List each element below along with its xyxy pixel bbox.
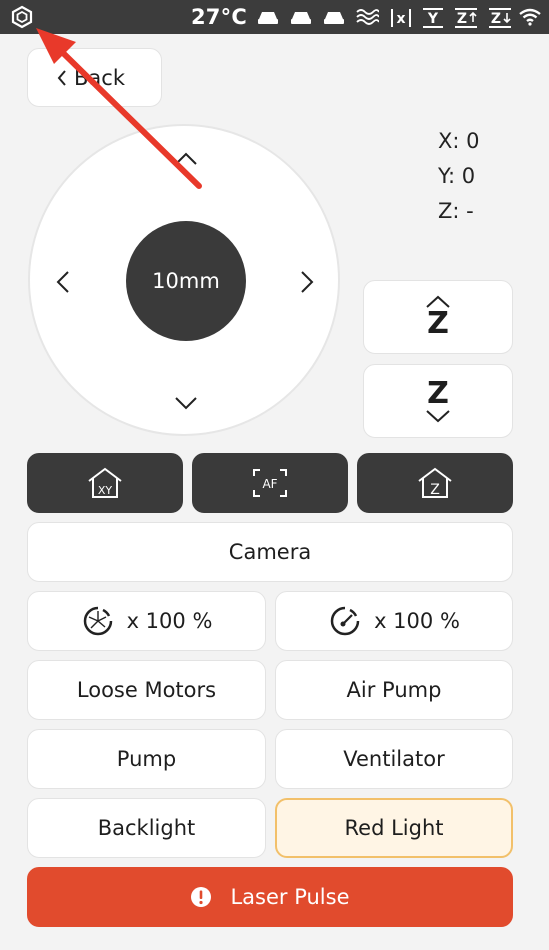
coordinate-readout: X: 0 Y: 0 Z: -	[438, 124, 480, 229]
ventilator-label: Ventilator	[343, 747, 445, 771]
x-axis-icon: x	[391, 9, 411, 27]
laser-power-gauge-icon	[83, 606, 112, 636]
chevron-down-icon	[426, 410, 450, 423]
backlight-button[interactable]: Backlight	[27, 798, 266, 858]
alert-icon	[191, 887, 212, 907]
jog-step-label: 10mm	[152, 269, 220, 293]
svg-text:Z: Z	[491, 11, 501, 27]
loose-motors-button[interactable]: Loose Motors	[27, 660, 266, 720]
chevron-left-icon	[57, 69, 66, 86]
home-z-icon: Z	[418, 467, 452, 498]
y-home-icon: Y	[423, 8, 443, 28]
bed-heat-icon	[324, 12, 344, 24]
autofocus-label: AF	[262, 477, 277, 491]
loose-motors-label: Loose Motors	[76, 678, 217, 702]
z-down-button[interactable]: Z	[363, 364, 513, 438]
home-z-label: Z	[430, 482, 440, 498]
flow-factor-button[interactable]: x 100 %	[275, 591, 513, 651]
ventilator-button[interactable]: Ventilator	[275, 729, 513, 789]
camera-button[interactable]: Camera	[27, 522, 513, 582]
svg-text:x: x	[396, 11, 405, 27]
x-coordinate: X: 0	[438, 129, 480, 153]
jog-left-chevron-icon[interactable]	[56, 270, 70, 294]
z-down-label: Z	[427, 376, 449, 411]
speed-factor-label: x 100 %	[126, 609, 213, 633]
autofocus-button[interactable]: AF	[192, 453, 348, 513]
air-pump-button[interactable]: Air Pump	[275, 660, 513, 720]
jog-pad: 10mm	[28, 124, 340, 436]
jog-right-chevron-icon[interactable]	[300, 270, 314, 294]
flow-factor-label: x 100 %	[374, 609, 460, 633]
pump-label: Pump	[116, 747, 177, 771]
pump-button[interactable]: Pump	[27, 729, 266, 789]
speedometer-icon	[330, 606, 360, 636]
z-up-icon: Z	[455, 8, 477, 28]
app-logo-icon[interactable]	[10, 5, 34, 29]
bed-heat-icon	[291, 12, 311, 24]
autofocus-icon: AF	[253, 469, 287, 497]
back-button-label: Back	[74, 65, 125, 90]
z-up-button[interactable]: Z	[363, 280, 513, 354]
svg-text:Y: Y	[427, 11, 439, 27]
jog-down-chevron-icon[interactable]	[174, 396, 198, 410]
jog-step-button[interactable]: 10mm	[126, 221, 246, 341]
camera-button-label: Camera	[228, 540, 312, 564]
wifi-icon	[519, 8, 541, 26]
svg-text:Z: Z	[457, 11, 467, 27]
laser-pulse-label: Laser Pulse	[230, 885, 350, 909]
home-xy-button[interactable]: XY	[27, 453, 183, 513]
jog-up-chevron-icon[interactable]	[174, 152, 198, 166]
home-z-button[interactable]: Z	[357, 453, 513, 513]
z-down-icon: Z	[489, 8, 511, 28]
heat-wave-icon	[356, 9, 379, 25]
speed-factor-button[interactable]: x 100 %	[27, 591, 266, 651]
laser-pulse-button[interactable]: Laser Pulse	[27, 867, 513, 927]
status-bar: 27°C x Y Z Z	[0, 0, 549, 34]
z-up-label: Z	[427, 306, 449, 341]
temperature-readout: 27°C	[191, 5, 247, 29]
back-button[interactable]: Back	[27, 48, 162, 107]
air-pump-label: Air Pump	[346, 678, 442, 702]
home-xy-icon: XY	[88, 467, 122, 498]
y-coordinate: Y: 0	[438, 164, 476, 188]
home-xy-label: XY	[98, 484, 113, 497]
z-coordinate: Z: -	[438, 199, 474, 223]
backlight-label: Backlight	[97, 816, 196, 840]
red-light-label: Red Light	[344, 816, 444, 840]
red-light-button[interactable]: Red Light	[275, 798, 513, 858]
bed-heat-icon	[258, 12, 278, 24]
